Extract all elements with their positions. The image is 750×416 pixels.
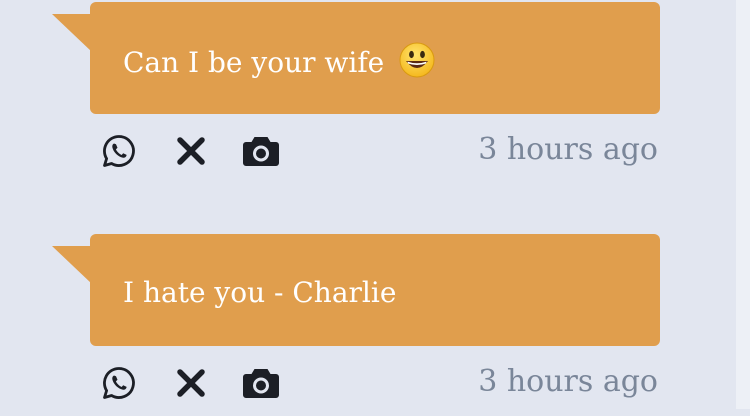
message-meta: 3 hours ago	[52, 346, 672, 416]
close-icon	[177, 369, 205, 397]
page-edge	[736, 0, 750, 409]
camera-icon	[243, 137, 279, 166]
message-card: I hate you - Charlie 3 hours ago	[52, 234, 672, 416]
dismiss-button[interactable]	[172, 364, 210, 402]
message-bubble: I hate you - Charlie	[52, 234, 660, 346]
message-card: Can I be your wife 3 hours ago	[52, 2, 672, 184]
bubble-tail	[52, 246, 92, 284]
whatsapp-share-button[interactable]	[100, 364, 138, 402]
message-text: I hate you - Charlie	[123, 276, 397, 309]
grinning-face-emoji	[399, 42, 435, 88]
message-bubble: Can I be your wife	[52, 2, 660, 114]
camera-icon	[243, 369, 279, 398]
message-timestamp: 3 hours ago	[478, 132, 658, 167]
message-text: Can I be your wife	[123, 46, 385, 79]
dismiss-button[interactable]	[172, 132, 210, 170]
whatsapp-share-button[interactable]	[100, 132, 138, 170]
close-icon	[177, 137, 205, 165]
camera-button[interactable]	[242, 132, 280, 170]
whatsapp-icon	[103, 367, 135, 399]
message-meta: 3 hours ago	[52, 114, 672, 184]
message-actions	[100, 364, 280, 402]
whatsapp-icon	[103, 135, 135, 167]
camera-button[interactable]	[242, 364, 280, 402]
bubble-tail	[52, 14, 92, 52]
message-actions	[100, 132, 280, 170]
message-timestamp: 3 hours ago	[478, 364, 658, 399]
